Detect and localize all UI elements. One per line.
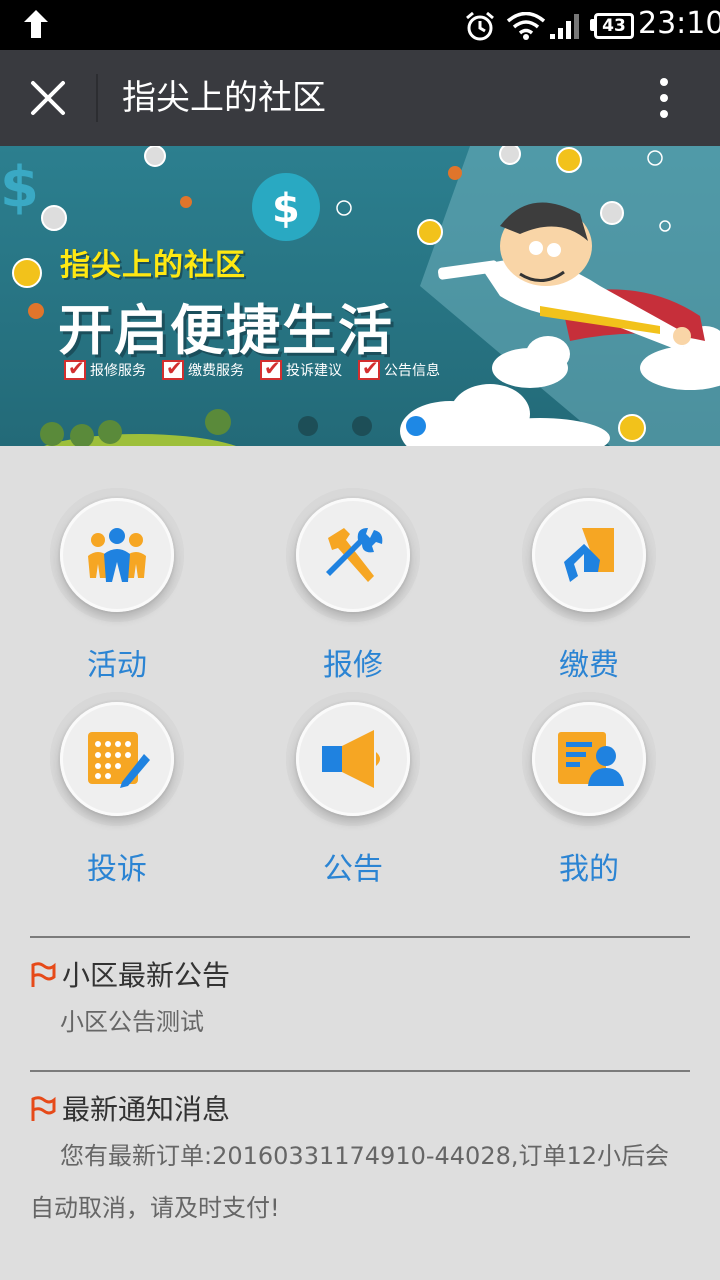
grid-item-label: 公告 <box>323 852 383 887</box>
flag-icon <box>31 962 56 987</box>
divider <box>30 936 690 938</box>
carousel-dot-active[interactable] <box>406 416 426 436</box>
more-vert-icon[interactable] <box>650 76 678 120</box>
grid-item-mine[interactable]: 我的 <box>488 692 688 887</box>
section-body-line1: 您有最新订单:20160331174910-44028,订单12小后会 <box>60 1142 670 1170</box>
section-heading: 小区最新公告 <box>62 959 231 992</box>
clock: 23:10 <box>638 6 720 41</box>
battery-level: 43 <box>602 16 626 36</box>
svg-text:$: $ <box>0 155 39 220</box>
status-bar: 43 23:10 <box>0 0 720 50</box>
carousel-dot[interactable] <box>298 416 318 436</box>
icon-circle-inner <box>296 498 410 612</box>
profile-icon <box>558 732 624 786</box>
complaint-icon <box>88 732 150 788</box>
icon-circle-inner <box>60 702 174 816</box>
signal-icon <box>550 14 579 39</box>
icon-circle <box>286 692 420 826</box>
checkbox-icon <box>260 356 282 380</box>
divider <box>30 1070 690 1072</box>
section-heading: 最新通知消息 <box>62 1093 231 1126</box>
icon-circle <box>50 692 184 826</box>
banner-subtitle: 开启便捷生活 <box>58 299 394 362</box>
carousel-dot[interactable] <box>352 416 372 436</box>
icon-circle <box>522 488 656 622</box>
payment-icon <box>564 528 614 582</box>
svg-text:$: $ <box>272 186 300 232</box>
checkbox-icon <box>358 356 380 380</box>
grid-item-notice[interactable]: 公告 <box>252 692 452 887</box>
close-icon[interactable] <box>28 78 68 118</box>
grid-item-label: 投诉 <box>87 852 147 887</box>
megaphone-icon <box>322 730 380 788</box>
banner-tag-label: 报修服务 <box>90 363 146 379</box>
section-body-line2: 自动取消，请及时支付! <box>30 1194 280 1222</box>
banner-tag-label: 缴费服务 <box>188 363 244 379</box>
grid-item-label: 活动 <box>87 648 147 683</box>
icon-circle-inner <box>532 498 646 612</box>
icon-circle-inner <box>296 702 410 816</box>
checkbox-icon <box>162 356 184 380</box>
banner-tag-label: 公告信息 <box>384 363 440 379</box>
tools-icon <box>326 528 383 582</box>
grid-item-complaint[interactable]: 投诉 <box>16 692 216 887</box>
grid-item-activity[interactable]: 活动 <box>16 488 216 683</box>
icon-circle-inner <box>60 498 174 612</box>
banner-tags: 报修服务 缴费服务 投诉建议 公告信息 <box>64 356 440 380</box>
banner-tag: 投诉建议 <box>260 356 342 380</box>
icon-circle-inner <box>532 702 646 816</box>
people-icon <box>88 528 146 582</box>
checkbox-icon <box>64 356 86 380</box>
banner-tag: 公告信息 <box>358 356 440 380</box>
section-header: 最新通知消息 <box>30 1090 690 1130</box>
banner-tag-label: 投诉建议 <box>286 363 342 379</box>
icon-circle <box>286 488 420 622</box>
latest-message-section[interactable]: 最新通知消息 您有最新订单:20160331174910-44028,订单12小… <box>30 1070 690 1234</box>
section-header: 小区最新公告 <box>30 956 690 996</box>
banner-tag: 报修服务 <box>64 356 146 380</box>
wifi-icon <box>506 12 546 40</box>
icon-circle <box>50 488 184 622</box>
grid-item-payment[interactable]: 缴费 <box>488 488 688 683</box>
carousel-indicator <box>298 416 426 436</box>
title-divider <box>96 74 98 122</box>
grid-item-label: 缴费 <box>559 648 619 683</box>
banner-tag: 缴费服务 <box>162 356 244 380</box>
section-body: 小区公告测试 <box>60 1008 204 1036</box>
grid-item-label: 报修 <box>323 648 383 683</box>
grid-item-label: 我的 <box>559 852 619 887</box>
upload-arrow-icon <box>24 10 48 38</box>
icon-circle <box>522 692 656 826</box>
alarm-icon <box>466 11 494 41</box>
community-notice-section[interactable]: 小区最新公告 小区公告测试 <box>30 936 690 1048</box>
title-bar: 指尖上的社区 <box>0 50 720 146</box>
flag-icon <box>31 1096 56 1121</box>
battery-icon: 43 <box>594 13 634 39</box>
banner-title: 指尖上的社区 <box>60 248 246 283</box>
page-title: 指尖上的社区 <box>122 78 326 118</box>
banner-carousel[interactable]: $ $ 指尖上的社区 开启便捷生活 报修服务 缴费服务 投诉建议 <box>0 146 720 446</box>
grid-item-repair[interactable]: 报修 <box>252 488 452 683</box>
